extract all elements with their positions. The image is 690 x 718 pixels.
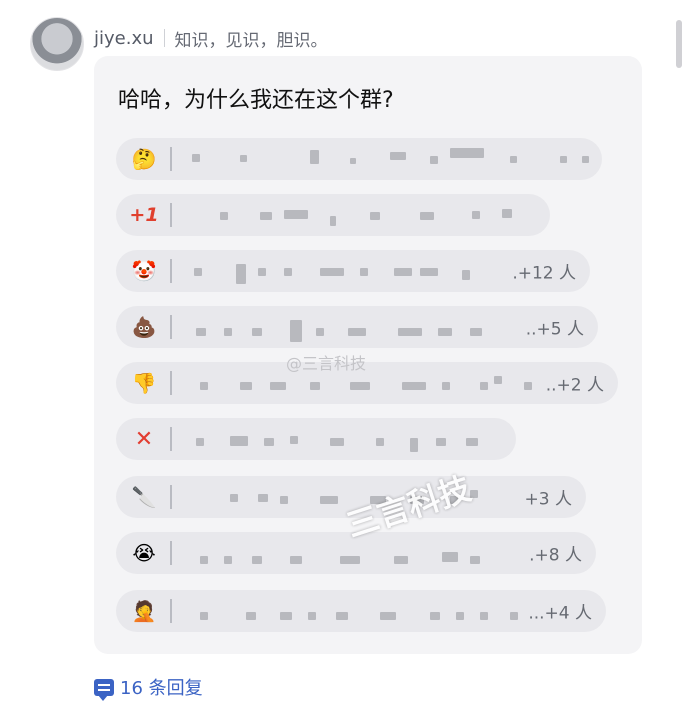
poll-option-6[interactable]: ✕ [116,418,516,460]
poll-question: 哈哈，为什么我还在这个群? [118,88,394,113]
option-divider [170,203,172,227]
option-text-blurred [180,138,602,180]
option-text-blurred [180,418,516,460]
pile-of-poo-icon: 💩 [131,315,157,339]
user-bio: 知识，见识，胆识。 [174,30,328,51]
option-divider [170,427,172,451]
option-divider [170,541,172,565]
vote-count: .+12 人 [512,263,576,284]
thinking-face-icon: 🤔 [131,147,157,171]
vote-count: ..+2 人 [545,375,604,396]
poll-option-5[interactable]: 👎 ..+2 人 [116,362,618,404]
poll-option-9[interactable]: 🤦 ...+4 人 [116,590,606,632]
option-divider [170,315,172,339]
poll-option-3[interactable]: 🤡 .+12 人 [116,250,590,292]
avatar[interactable] [30,17,84,71]
poll-option-1[interactable]: 🤔 [116,138,602,180]
divider [163,29,165,47]
option-divider [170,147,172,171]
vote-count: ...+4 人 [528,603,592,624]
reply-link[interactable]: 16 条回复 [94,674,203,701]
poll-option-2[interactable]: +1 [116,194,550,236]
thumbs-down-icon: 👎 [131,371,157,395]
knife-icon: 🔪 [131,485,157,509]
option-text-blurred [180,194,550,236]
option-divider [170,599,172,623]
option-divider [170,259,172,283]
comment-icon [94,678,114,701]
vote-count: .+8 人 [529,545,582,566]
username[interactable]: jiye.xu [94,28,154,49]
option-divider [170,371,172,395]
weibo-watermark: @三言科技 [286,354,367,373]
face-palm-icon: 🤦 [131,599,157,623]
vote-count: +3 人 [524,489,572,510]
option-divider [170,485,172,509]
poll-option-4[interactable]: 💩 ..+5 人 [116,306,598,348]
scrollbar[interactable] [676,20,682,68]
plus-one-icon: +1 [129,204,159,226]
reply-count: 16 条回复 [120,678,203,699]
vote-count: ..+5 人 [525,319,584,340]
cross-mark-icon: ✕ [134,426,154,452]
clown-face-icon: 🤡 [131,259,157,283]
crying-face-icon: 😭 [132,541,156,565]
